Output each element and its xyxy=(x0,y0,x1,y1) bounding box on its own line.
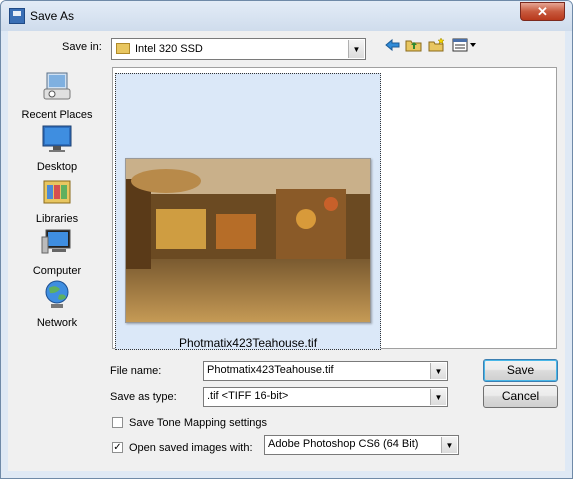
file-item[interactable]: Photmatix423Teahouse.tif xyxy=(115,73,381,350)
save-button[interactable]: Save xyxy=(483,359,558,382)
file-list[interactable]: Photmatix423Teahouse.tif xyxy=(112,67,557,350)
sidebar-item-label: Network xyxy=(36,317,78,329)
save-in-value: Intel 320 SSD xyxy=(135,43,203,55)
save-as-type-label: Save as type: xyxy=(110,391,177,403)
open-with-dropdown[interactable]: Adobe Photoshop CS6 (64 Bit) ▼ xyxy=(264,435,459,455)
open-saved-images-label: Open saved images with: xyxy=(129,442,253,454)
file-name-value: Photmatix423Teahouse.tif xyxy=(207,364,334,376)
open-with-value: Adobe Photoshop CS6 (64 Bit) xyxy=(268,438,419,450)
folder-icon xyxy=(116,43,130,54)
sidebar-item-recent-places[interactable]: Recent Places xyxy=(10,71,104,121)
recent-places-icon xyxy=(43,72,71,100)
up-folder-icon[interactable] xyxy=(405,37,423,53)
save-as-type-dropdown[interactable]: .tif <TIFF 16-bit> ▼ xyxy=(203,387,448,407)
sidebar-item-libraries[interactable]: Libraries xyxy=(10,175,104,225)
save-tone-mapping-checkbox[interactable] xyxy=(112,417,123,428)
sidebar-item-label: Desktop xyxy=(36,161,78,173)
save-as-type-value: .tif <TIFF 16-bit> xyxy=(207,390,289,402)
title-bar[interactable]: Save As ✕ xyxy=(1,1,572,31)
chevron-down-icon[interactable]: ▼ xyxy=(430,363,446,379)
sidebar-item-label: Libraries xyxy=(35,213,79,225)
app-icon xyxy=(9,8,25,24)
chevron-down-icon[interactable]: ▼ xyxy=(348,40,364,58)
views-menu-icon[interactable] xyxy=(452,37,478,53)
window-title: Save As xyxy=(30,9,75,23)
file-name: Photmatix423Teahouse.tif xyxy=(178,336,318,350)
file-name-label: File name: xyxy=(110,365,162,377)
save-as-dialog: Save As ✕ Save in: Intel 320 SSD ▼ Recen… xyxy=(0,0,573,479)
save-in-dropdown[interactable]: Intel 320 SSD ▼ xyxy=(111,38,366,60)
file-name-input[interactable]: Photmatix423Teahouse.tif ▼ xyxy=(203,361,448,381)
open-saved-images-checkbox[interactable]: ✓ xyxy=(112,442,123,453)
sidebar-item-desktop[interactable]: Desktop xyxy=(10,123,104,173)
sidebar-item-label: Recent Places xyxy=(21,109,93,121)
sidebar-item-label: Computer xyxy=(32,265,82,277)
cancel-button[interactable]: Cancel xyxy=(483,385,558,408)
save-tone-mapping-label: Save Tone Mapping settings xyxy=(129,417,267,429)
close-button[interactable]: ✕ xyxy=(520,2,565,21)
file-thumbnail xyxy=(125,158,371,323)
network-icon xyxy=(45,280,69,308)
save-in-label: Save in: xyxy=(62,41,102,53)
computer-icon xyxy=(41,229,71,254)
chevron-down-icon[interactable]: ▼ xyxy=(430,389,446,405)
dialog-body: Save in: Intel 320 SSD ▼ Recent Places D… xyxy=(8,31,565,471)
sidebar-item-computer[interactable]: Computer xyxy=(10,227,104,277)
chevron-down-icon[interactable]: ▼ xyxy=(441,437,457,453)
libraries-icon xyxy=(43,180,71,204)
desktop-icon xyxy=(42,125,72,152)
new-folder-icon[interactable] xyxy=(428,37,446,53)
back-icon[interactable] xyxy=(384,37,402,53)
sidebar-item-network[interactable]: Network xyxy=(10,279,104,329)
